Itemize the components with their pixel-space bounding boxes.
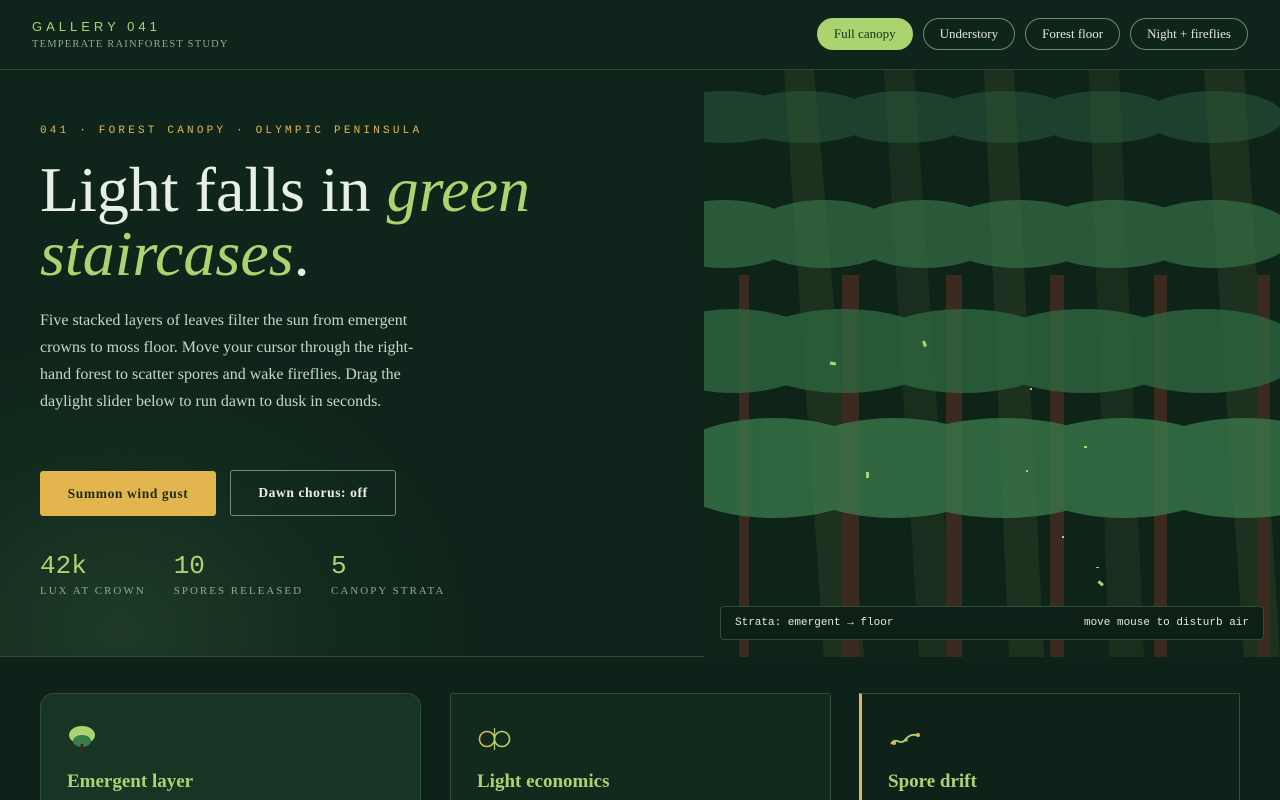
- hero-lede: Five stacked layers of leaves filter the…: [40, 312, 414, 410]
- interaction-hint: move mouse to disturb air: [1083, 617, 1249, 629]
- stat-label: LUX AT CROWN: [40, 585, 146, 597]
- dawn-chorus-toggle[interactable]: Dawn chorus: off: [230, 470, 396, 516]
- headline-accent-green: green: [386, 154, 530, 225]
- stat-lux: 42k LUX AT CROWN: [40, 551, 146, 597]
- canopy-layer-shrub: [704, 418, 1280, 518]
- strata-readout: Strata: emergent → floor: [735, 617, 894, 629]
- nav-forest-floor[interactable]: Forest floor: [1025, 18, 1121, 50]
- stat-spores: 10 SPORES RELEASED: [174, 551, 303, 597]
- headline-plain: Light falls in: [40, 154, 387, 225]
- card-emergent-layer[interactable]: Emergent layer: [40, 693, 421, 800]
- stat-strata: 5 CANOPY STRATA: [331, 551, 445, 597]
- card-title: Light economics: [477, 771, 610, 792]
- headline-accent-staircases: staircases: [40, 218, 294, 289]
- spore-trail-icon: [888, 724, 922, 759]
- forest-illustration[interactable]: [704, 70, 1280, 657]
- canopy-layer-understory: [704, 309, 1280, 393]
- nav-full-canopy[interactable]: Full canopy: [816, 18, 913, 50]
- headline-period: .: [293, 218, 310, 289]
- stat-value: 42k: [40, 551, 87, 581]
- tree-icon: [67, 724, 97, 759]
- card-title: Spore drift: [888, 771, 977, 792]
- hero-section: 041 · FOREST CANOPY · OLYMPIC PENINSULA …: [0, 70, 1280, 657]
- summon-wind-gust-button[interactable]: Summon wind gust: [40, 471, 216, 516]
- nav-understory[interactable]: Understory: [922, 18, 1016, 50]
- forest-canvas[interactable]: Strata: emergent → floor move mouse to d…: [704, 70, 1280, 657]
- stat-label: SPORES RELEASED: [173, 585, 304, 597]
- forest-status-bar: Strata: emergent → floor move mouse to d…: [720, 606, 1264, 640]
- stats-row: 42k LUX AT CROWN 10 SPORES RELEASED 5 CA…: [40, 551, 445, 597]
- nav-night-fireflies[interactable]: Night + fireflies: [1130, 18, 1248, 50]
- card-spore-drift[interactable]: Spore drift: [859, 693, 1240, 800]
- brand-subtitle: TEMPERATE RAINFOREST STUDY: [32, 39, 229, 50]
- site-header: GALLERY 041 TEMPERATE RAINFOREST STUDY F…: [0, 0, 1280, 70]
- stat-label: CANOPY STRATA: [331, 585, 446, 597]
- brand-title[interactable]: GALLERY 041: [32, 19, 161, 34]
- lenses-icon: [477, 724, 513, 759]
- view-nav: Full canopy Understory Forest floor Nigh…: [816, 18, 1248, 50]
- hero-eyebrow: 041 · FOREST CANOPY · OLYMPIC PENINSULA: [40, 125, 423, 137]
- card-title: Emergent layer: [67, 771, 194, 792]
- canopy-layer-emergent: [704, 91, 1280, 143]
- stat-value: 10: [173, 551, 205, 581]
- stat-value: 5: [331, 551, 347, 581]
- card-light-economics[interactable]: Light economics: [450, 693, 831, 800]
- canopy-layer-main: [704, 200, 1280, 268]
- hero-headline: Light falls in green staircases.: [40, 158, 660, 286]
- feature-cards: Emergent layer Light economics Spore dri…: [40, 693, 1240, 800]
